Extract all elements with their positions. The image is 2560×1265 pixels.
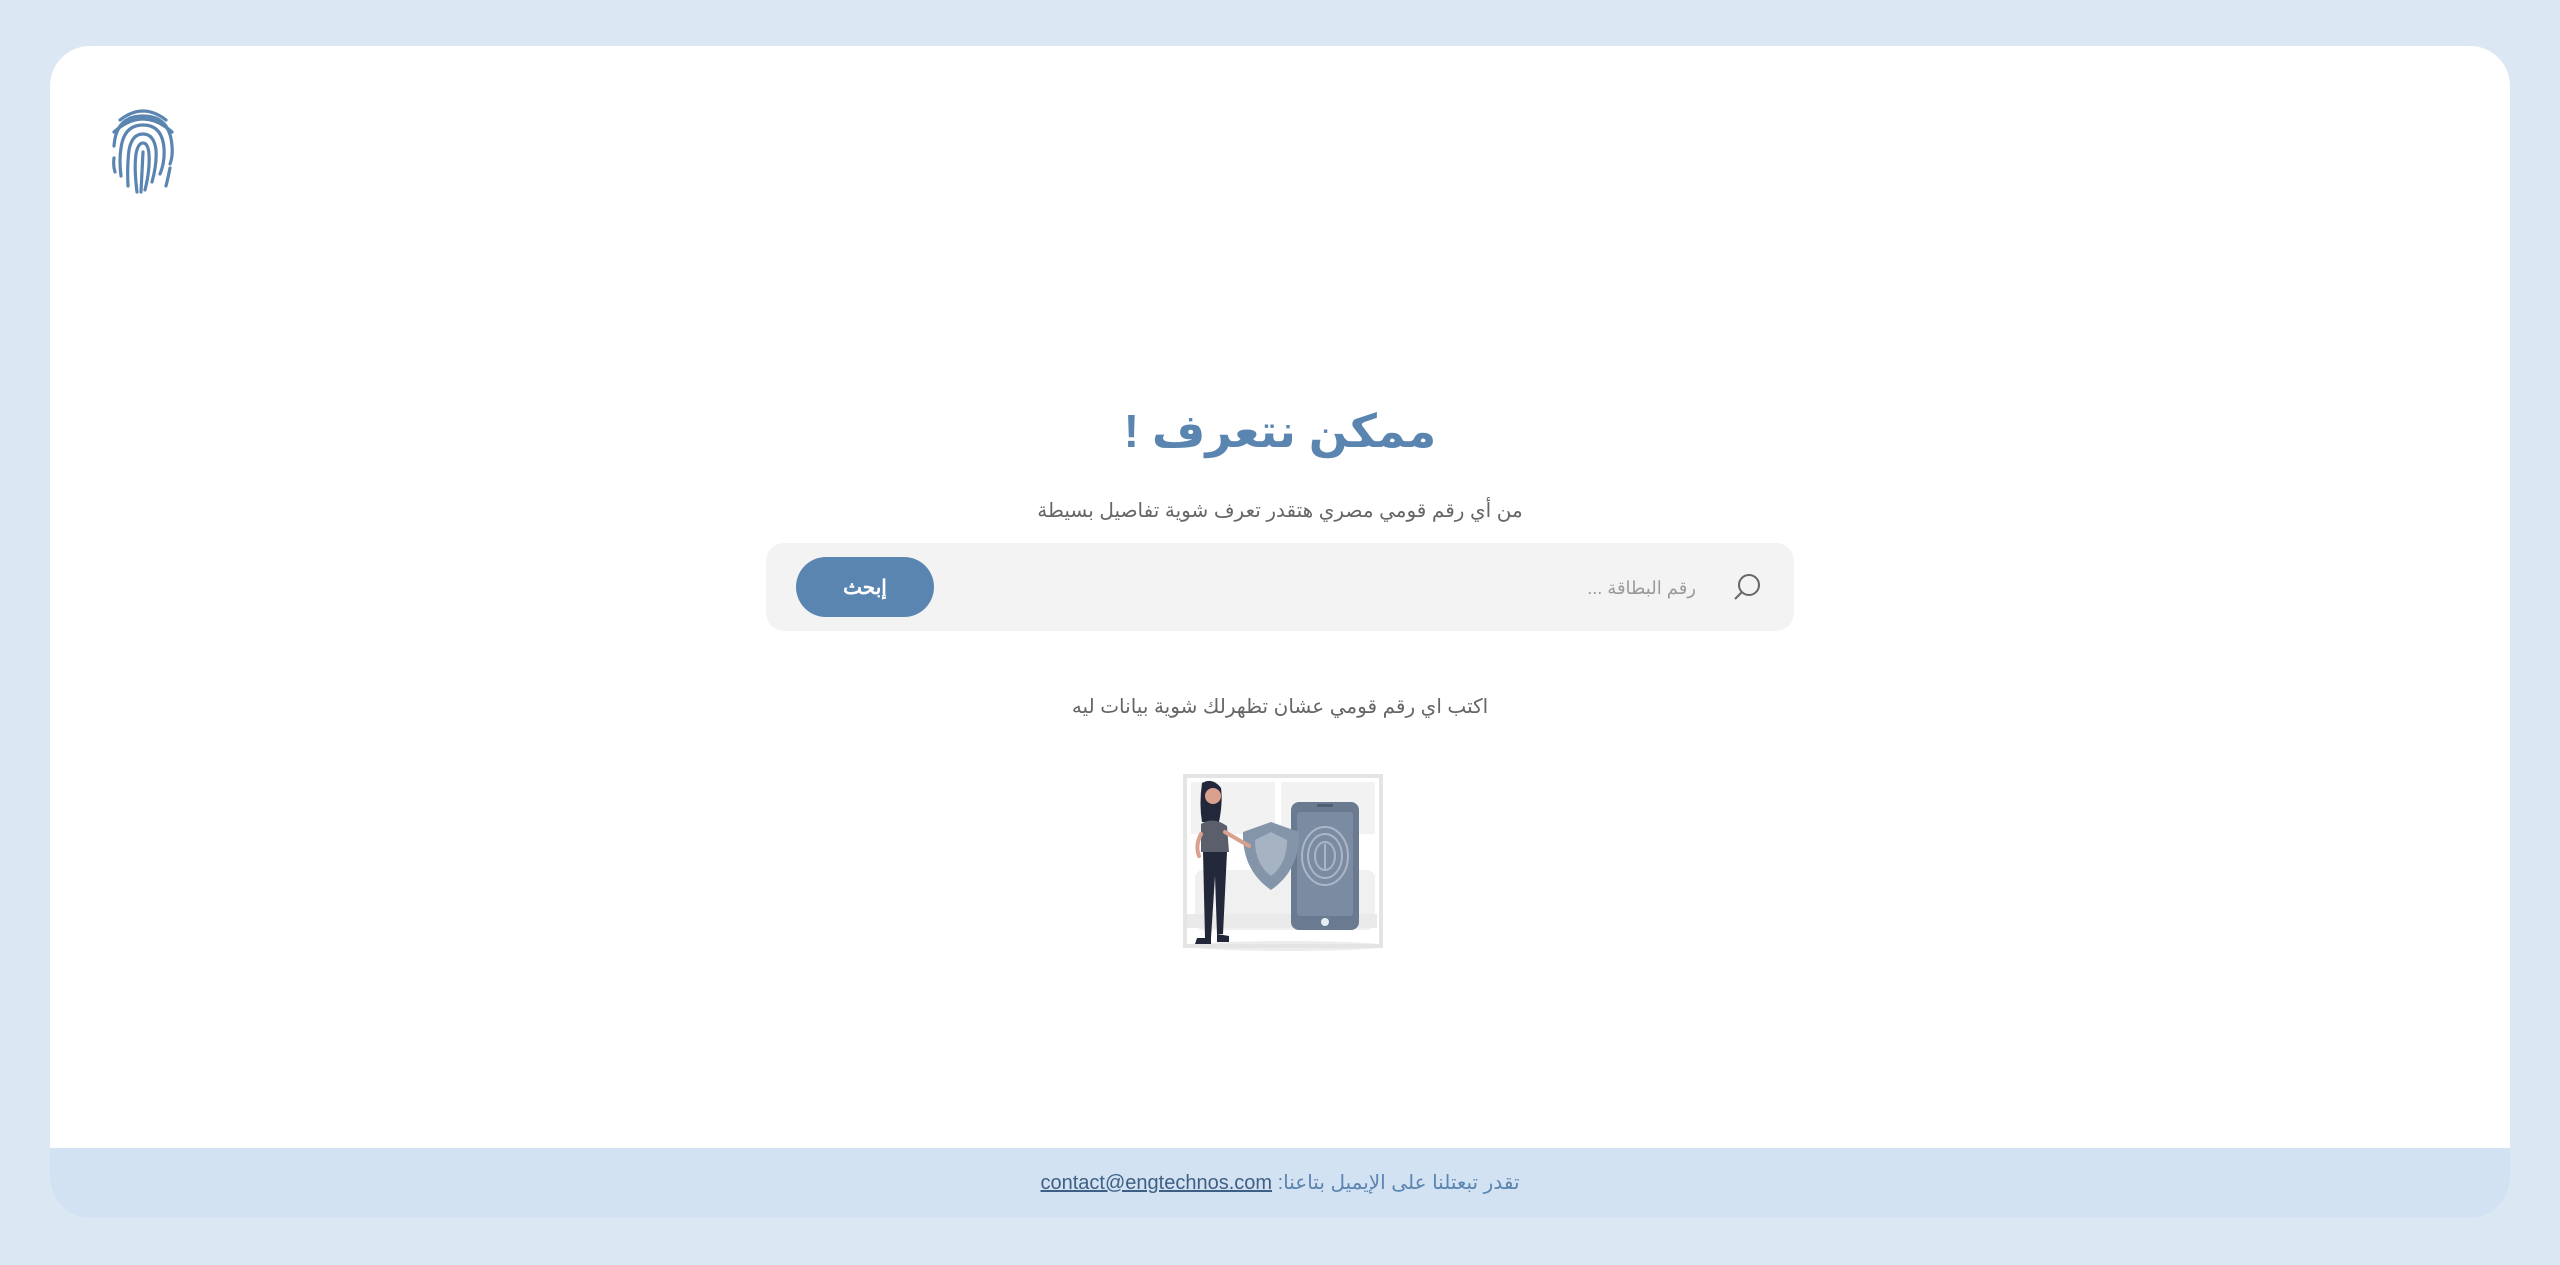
page-title: ممكن نتعرف !: [1123, 405, 1437, 457]
page-subtitle: من أي رقم قومي مصري هتقدر تعرف شوية تفاص…: [1037, 500, 1523, 522]
fingerprint-icon: [112, 109, 174, 194]
search-bar: إبحث: [766, 543, 1794, 631]
main-card: ممكن نتعرف ! من أي رقم قومي مصري هتقدر ت…: [50, 46, 2510, 1218]
search-icon: [1734, 574, 1760, 600]
footer-text: تقدر تبعتلنا على الإيميل بتاعنا:: [1277, 1172, 1520, 1194]
footer: تقدر تبعتلنا على الإيميل بتاعنا: contact…: [50, 1148, 2510, 1218]
national-id-input[interactable]: [1054, 565, 1698, 611]
hint-text: اكتب اي رقم قومي عشان تظهرلك شوية بيانات…: [1071, 696, 1489, 718]
contact-email-link[interactable]: contact@engtechnos.com: [1040, 1172, 1272, 1194]
search-button[interactable]: إبحث: [796, 557, 934, 617]
security-fingerprint-illustration: [1183, 774, 1383, 951]
